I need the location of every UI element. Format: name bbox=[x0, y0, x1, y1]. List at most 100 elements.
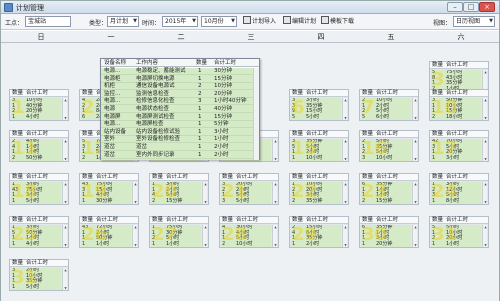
year-select[interactable]: 2015年 ▼ bbox=[162, 16, 198, 27]
day-card-scrollbar[interactable]: ▲▼ bbox=[412, 98, 417, 120]
day-card[interactable]: 数量 合计工时 1 3小时 43 75小时 1 3小时 1 5小时 18 ▲ ▼ bbox=[9, 173, 69, 205]
scroll-up-icon[interactable]: ▲ bbox=[343, 139, 348, 143]
scroll-down-icon[interactable]: ▼ bbox=[63, 243, 68, 247]
scroll-up-icon[interactable]: ▲ bbox=[133, 225, 138, 229]
popup-row[interactable]: 电源 电源状态检查 1 40分钟 bbox=[101, 106, 254, 113]
import-plan-button[interactable]: 计划导入 bbox=[243, 16, 276, 27]
scroll-down-icon[interactable]: ▼ bbox=[413, 200, 418, 204]
day-card-scrollbar[interactable]: ▲▼ bbox=[342, 225, 347, 247]
day-card[interactable]: 数量 合计工时 3 50分钟 1 10小时 1 15分钟 2 18小时 10 ▲ ▼ bbox=[429, 89, 489, 121]
scroll-up-icon[interactable]: ▲ bbox=[203, 182, 208, 186]
scroll-up-icon[interactable]: ▲ bbox=[343, 98, 348, 102]
day-card-scrollbar[interactable]: ▲▼ bbox=[202, 182, 207, 204]
day-card-scrollbar[interactable]: ▲▼ bbox=[482, 98, 487, 120]
month-select[interactable]: 10月份 ▼ bbox=[201, 16, 237, 27]
scroll-up-icon[interactable]: ▲ bbox=[273, 182, 278, 186]
day-card[interactable]: 数量 合计工时 1 75小时 1 30分钟 2 5小时 1 1小时 27 ▲ ▼ bbox=[149, 216, 209, 248]
popup-row[interactable]: 电源柜 电源屏切换电源 1 15分钟 bbox=[101, 76, 254, 83]
day-card-scrollbar[interactable]: ▲▼ bbox=[62, 268, 67, 290]
scroll-up-icon[interactable]: ▲ bbox=[483, 225, 488, 229]
popup-body[interactable]: 电源... 电源稳定、蓄能测试 1 30分钟 电源柜 电源屏切换电源 1 15分钟 机柜 通信设备… bbox=[101, 68, 254, 160]
scroll-down-icon[interactable]: ▼ bbox=[133, 200, 138, 204]
scroll-up-icon[interactable]: ▲ bbox=[203, 225, 208, 229]
day-card[interactable]: 数量 合计工时 6 35分钟 1 1小时 1 1小时 2 15分钟 23 ▲ ▼ bbox=[359, 173, 419, 205]
scroll-down-icon[interactable]: ▼ bbox=[483, 243, 488, 247]
scroll-down-icon[interactable]: ▼ bbox=[63, 116, 68, 120]
scroll-up-icon[interactable]: ▲ bbox=[63, 268, 68, 272]
day-card-scrollbar[interactable]: ▲▼ bbox=[412, 139, 417, 161]
day-card[interactable]: 数量 合计工时 2 5小时 1 35分钟 2 5小时 3 10小时 16 ▲ ▼ bbox=[359, 130, 419, 162]
day-card[interactable]: 数量 合计工时 3 20小时 2 2小时 1 5小时 3 5小时 21 ▲ ▼ bbox=[219, 173, 279, 205]
scroll-down-icon[interactable]: ▼ bbox=[413, 116, 418, 120]
popup-row[interactable]: 道岔 道岔 1 2小时 bbox=[101, 144, 254, 151]
minimize-button[interactable]: – bbox=[447, 2, 463, 12]
scroll-up-icon[interactable]: ▲ bbox=[483, 98, 488, 102]
day-card-scrollbar[interactable]: ▲▼ bbox=[482, 225, 487, 247]
day-card[interactable]: 数量 合计工时 5 5小时 1 10小时 2 20小时 1 1小时 31 ▲ ▼ bbox=[429, 216, 489, 248]
day-card-scrollbar[interactable]: ▲▼ bbox=[412, 182, 417, 204]
scroll-down-icon[interactable]: ▼ bbox=[273, 157, 278, 161]
day-card-scrollbar[interactable]: ▲▼ bbox=[62, 225, 67, 247]
day-card-scrollbar[interactable]: ▲▼ bbox=[132, 182, 137, 204]
workstation-field[interactable]: 宝城站 bbox=[25, 16, 71, 27]
scroll-down-icon[interactable]: ▼ bbox=[343, 157, 348, 161]
day-card-scrollbar[interactable]: ▲▼ bbox=[342, 139, 347, 161]
day-card[interactable]: 数量 合计工时 3 10小时 1 40分钟 2 20分钟 1 4小时 1 ▲ ▼ bbox=[9, 89, 69, 121]
scroll-down-icon[interactable]: ▼ bbox=[133, 243, 138, 247]
day-card-scrollbar[interactable]: ▲▼ bbox=[342, 182, 347, 204]
scroll-down-icon[interactable]: ▼ bbox=[343, 116, 348, 120]
day-card-scrollbar[interactable]: ▲▼ bbox=[62, 98, 67, 120]
day-card[interactable]: 数量 合计工时 3 2小时 1 10小时 1 35分钟 1 5小时 31 ▲ ▼ bbox=[9, 259, 69, 291]
day-card[interactable]: 数量 合计工时 3 35分钟 5 5小时 1 2小时 1 10小时 15 ▲ ▼ bbox=[289, 130, 349, 162]
day-card[interactable]: 数量 合计工时 1 3小时 1 2小时 4 5小时 2 15分钟 20 ▲ ▼ bbox=[149, 173, 209, 205]
scroll-up-icon[interactable]: ▲ bbox=[413, 139, 418, 143]
day-card[interactable]: 数量 合计工时 2 4小时 4 1小时 1 1小时 2 50分钟 11 ▲ ▼ bbox=[9, 130, 69, 162]
scroll-up-icon[interactable]: ▲ bbox=[273, 225, 278, 229]
popup-row[interactable]: 电源... 电源屏检查 1 5分钟 bbox=[101, 121, 254, 129]
scroll-down-icon[interactable]: ▼ bbox=[203, 200, 208, 204]
day-card-scrollbar[interactable]: ▲▼ bbox=[272, 139, 277, 161]
day-card[interactable]: 数量 合计工时 42 70小时 3 5小时 1 20分钟 1 3小时 17 ▲ ▼ bbox=[429, 130, 489, 162]
day-card-scrollbar[interactable]: ▲▼ bbox=[412, 225, 417, 247]
scroll-up-icon[interactable]: ▲ bbox=[343, 225, 348, 229]
scroll-down-icon[interactable]: ▼ bbox=[343, 243, 348, 247]
day-card-scrollbar[interactable]: ▲▼ bbox=[62, 139, 67, 161]
day-card[interactable]: 数量 合计工时 1 10小时 2 20小时 1 3小时 2 35分钟 22 ▲ ▼ bbox=[289, 173, 349, 205]
day-card[interactable]: 数量 合计工时 2 15小时 4 8小时 1 35分钟 1 2小时 29 ▲ ▼ bbox=[289, 216, 349, 248]
scroll-up-icon[interactable]: ▲ bbox=[63, 98, 68, 102]
scroll-down-icon[interactable]: ▼ bbox=[273, 200, 278, 204]
scroll-up-icon[interactable]: ▲ bbox=[483, 182, 488, 186]
edit-plan-button[interactable]: 编辑计划 bbox=[283, 16, 316, 27]
popup-row[interactable]: 电源... 电源稳定、蓄能测试 1 30分钟 bbox=[101, 68, 254, 75]
template-download-button[interactable]: 模板下载 bbox=[321, 16, 354, 27]
day-card[interactable]: 数量 合计工时 43 72小时 1 2小时 1 50分钟 1 1小时 26 ▲ ▼ bbox=[79, 216, 139, 248]
day-card[interactable]: 数量 合计工时 1 3小时 5 50分钟 1 1小时 1 4小时 25 ▲ ▼ bbox=[9, 216, 69, 248]
day-card-scrollbar[interactable]: ▲▼ bbox=[132, 225, 137, 247]
popup-row[interactable]: 机柜 通信设备电源试 2 10分钟 bbox=[101, 83, 254, 91]
scroll-down-icon[interactable]: ▼ bbox=[63, 286, 68, 290]
popup-row[interactable]: 道岔 室内外同步记录 1 2小时 bbox=[101, 152, 254, 159]
scroll-up-icon[interactable]: ▲ bbox=[413, 225, 418, 229]
day-card[interactable]: 数量 合计工时 3 3小时 3 35分钟 9 15小时 5 5小时 6 ▲ ▼ bbox=[289, 89, 349, 121]
day-card-scrollbar[interactable]: ▲▼ bbox=[272, 182, 277, 204]
popup-row[interactable]: 站内设备 站内设备检修试验 1 3小时 bbox=[101, 129, 254, 136]
scroll-up-icon[interactable]: ▲ bbox=[413, 182, 418, 186]
popup-row[interactable]: 监控... 监测信息检查 2 20分钟 bbox=[101, 91, 254, 98]
scroll-down-icon[interactable]: ▼ bbox=[343, 200, 348, 204]
day-card[interactable]: 数量 合计工时 43 75小时 3 15小时 1 4小时 1 30分钟 19 ▲ ▼ bbox=[79, 173, 139, 205]
scroll-down-icon[interactable]: ▼ bbox=[63, 157, 68, 161]
scroll-down-icon[interactable]: ▼ bbox=[413, 157, 418, 161]
maximize-button[interactable]: □ bbox=[463, 2, 479, 12]
popup-row[interactable]: 电源... 检修信息化检查 3 1小时40分钟 bbox=[101, 98, 254, 106]
scroll-up-icon[interactable]: ▲ bbox=[343, 182, 348, 186]
day-card-scrollbar[interactable]: ▲▼ bbox=[62, 182, 67, 204]
scroll-up-icon[interactable]: ▲ bbox=[133, 182, 138, 186]
scroll-down-icon[interactable]: ▼ bbox=[413, 243, 418, 247]
popup-scrollbar[interactable] bbox=[253, 68, 259, 160]
scroll-down-icon[interactable]: ▼ bbox=[63, 200, 68, 204]
day-card-scrollbar[interactable]: ▲▼ bbox=[202, 225, 207, 247]
day-card-scrollbar[interactable]: ▲▼ bbox=[482, 182, 487, 204]
scroll-down-icon[interactable]: ▼ bbox=[273, 243, 278, 247]
scroll-up-icon[interactable]: ▲ bbox=[483, 70, 488, 74]
popup-row[interactable]: 电源屏 电源屏测试检查 1 15分钟 bbox=[101, 114, 254, 121]
